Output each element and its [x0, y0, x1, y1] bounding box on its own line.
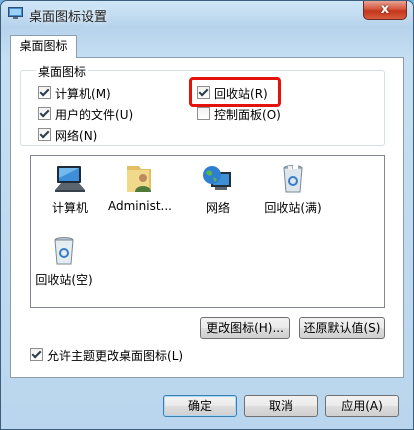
close-icon: x	[380, 2, 390, 17]
network-checkbox[interactable]	[38, 128, 51, 141]
allow-theme-change-checkbox[interactable]	[30, 348, 43, 361]
close-button[interactable]: x	[363, 1, 407, 20]
tab-label: 桌面图标	[19, 39, 68, 53]
icon-item-user-files[interactable]: Administ...	[100, 164, 180, 224]
icon-caption: 回收站(满)	[264, 201, 322, 215]
user-files-checkbox[interactable]	[38, 107, 51, 120]
icon-item-network[interactable]: 网络	[178, 164, 258, 224]
icon-list-view[interactable]: 计算机 Administ... 网络 回收站(满) 回收站(空)	[30, 155, 385, 308]
control-panel-checkbox[interactable]	[197, 107, 210, 120]
cancel-button[interactable]: 取消	[244, 395, 318, 417]
group-title: 桌面图标	[36, 63, 89, 80]
recycle-bin-full-icon	[283, 165, 303, 193]
display-icon	[8, 7, 23, 20]
network-checkbox-label[interactable]: 网络(N)	[55, 127, 97, 144]
icon-item-computer[interactable]: 计算机	[30, 164, 110, 224]
apply-button[interactable]: 应用(A)	[325, 395, 399, 417]
control-panel-checkbox-label[interactable]: 控制面板(O)	[214, 106, 281, 123]
window-title: 桌面图标设置	[29, 10, 108, 25]
icon-caption: Administ...	[108, 199, 172, 213]
user-folder-icon	[127, 166, 151, 192]
recycle-bin-empty-icon	[54, 237, 74, 265]
change-icon-button[interactable]: 更改图标(H)...	[200, 317, 290, 339]
recycle-bin-highlight-box	[189, 77, 281, 107]
tab-desktop-icons[interactable]: 桌面图标	[10, 35, 77, 58]
user-files-checkbox-label[interactable]: 用户的文件(U)	[55, 106, 133, 123]
computer-icon	[55, 166, 85, 192]
restore-default-button[interactable]: 还原默认值(S)	[299, 317, 385, 339]
computer-checkbox-label[interactable]: 计算机(M)	[55, 85, 111, 102]
icon-caption: 计算机	[51, 201, 88, 215]
ok-button[interactable]: 确定	[163, 395, 237, 417]
allow-theme-change-label[interactable]: 允许主题更改桌面图标(L)	[47, 347, 183, 364]
computer-checkbox[interactable]	[38, 86, 51, 99]
icon-caption: 回收站(空)	[35, 273, 93, 287]
network-globe-icon	[203, 166, 231, 190]
title-bar[interactable]: 桌面图标设置 x	[1, 1, 413, 29]
icon-item-recycle-bin-full[interactable]: 回收站(满)	[253, 164, 333, 224]
icon-item-recycle-bin-empty[interactable]: 回收站(空)	[24, 236, 104, 296]
icon-caption: 网络	[205, 201, 230, 215]
